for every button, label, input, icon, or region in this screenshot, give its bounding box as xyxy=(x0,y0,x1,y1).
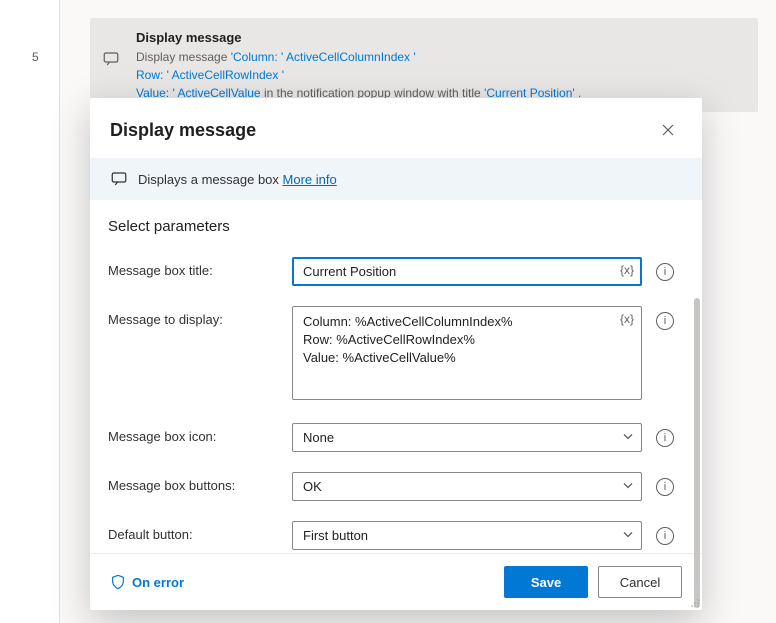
close-icon xyxy=(662,124,674,136)
message-box-title-input[interactable] xyxy=(292,257,642,286)
banner-text-label: Displays a message box xyxy=(138,172,283,187)
param-field: Column: %ActiveCellColumnIndex% Row: %Ac… xyxy=(292,306,642,403)
info-icon[interactable]: i xyxy=(656,527,674,545)
default-button-select[interactable]: First button xyxy=(292,521,642,550)
save-button[interactable]: Save xyxy=(504,566,588,598)
footer-buttons: Save Cancel xyxy=(504,566,682,598)
info-icon[interactable]: i xyxy=(656,478,674,496)
literal: 'Column: ' xyxy=(231,50,284,64)
param-row-title: Message box title: {x} i xyxy=(108,257,674,286)
message-icon xyxy=(102,50,120,68)
insert-variable-button[interactable]: {x} xyxy=(620,312,634,326)
shield-icon xyxy=(110,574,126,590)
variable-token: ActiveCellRowIndex xyxy=(172,68,279,82)
param-row-default-button: Default button: First button i xyxy=(108,521,674,550)
dialog-footer: On error Save Cancel xyxy=(90,553,702,610)
param-field: First button xyxy=(292,521,642,550)
parameters-section: Select parameters Message box title: {x}… xyxy=(90,200,702,553)
banner-text: Displays a message box More info xyxy=(138,172,337,187)
step-number: 5 xyxy=(32,50,39,64)
cancel-button[interactable]: Cancel xyxy=(598,566,682,598)
on-error-label: On error xyxy=(132,575,184,590)
param-field: OK xyxy=(292,472,642,501)
message-box-buttons-select[interactable]: OK xyxy=(292,472,642,501)
info-icon[interactable]: i xyxy=(656,312,674,330)
body-prefix: Display message xyxy=(136,50,231,64)
param-label: Message box icon: xyxy=(108,423,278,444)
info-icon[interactable]: i xyxy=(656,263,674,281)
insert-variable-button[interactable]: {x} xyxy=(620,263,634,277)
message-icon xyxy=(110,170,128,188)
param-row-icon: Message box icon: None i xyxy=(108,423,674,452)
dialog-header: Display message xyxy=(90,98,702,158)
param-label: Default button: xyxy=(108,521,278,542)
close-button[interactable] xyxy=(654,116,682,144)
info-banner: Displays a message box More info xyxy=(90,158,702,200)
message-to-display-input[interactable]: Column: %ActiveCellColumnIndex% Row: %Ac… xyxy=(292,306,642,400)
param-label: Message to display: xyxy=(108,306,278,327)
param-label: Message box buttons: xyxy=(108,472,278,493)
param-field: None xyxy=(292,423,642,452)
info-icon[interactable]: i xyxy=(656,429,674,447)
param-row-buttons: Message box buttons: OK i xyxy=(108,472,674,501)
action-title: Display message xyxy=(136,28,744,48)
more-info-link[interactable]: More info xyxy=(283,172,337,187)
dialog-title: Display message xyxy=(110,120,256,141)
param-row-message: Message to display: Column: %ActiveCellC… xyxy=(108,306,674,403)
dialog-display-message: Display message Displays a message box M… xyxy=(90,98,702,610)
resize-handle[interactable] xyxy=(690,598,700,608)
action-body: Display message 'Column: ' ActiveCellCol… xyxy=(136,48,744,102)
message-box-icon-select[interactable]: None xyxy=(292,423,642,452)
param-label: Message box title: xyxy=(108,257,278,278)
gutter xyxy=(0,0,60,623)
param-field: {x} xyxy=(292,257,642,286)
variable-token: ActiveCellColumnIndex xyxy=(286,50,410,64)
section-title: Select parameters xyxy=(108,218,674,235)
on-error-link[interactable]: On error xyxy=(110,574,184,590)
